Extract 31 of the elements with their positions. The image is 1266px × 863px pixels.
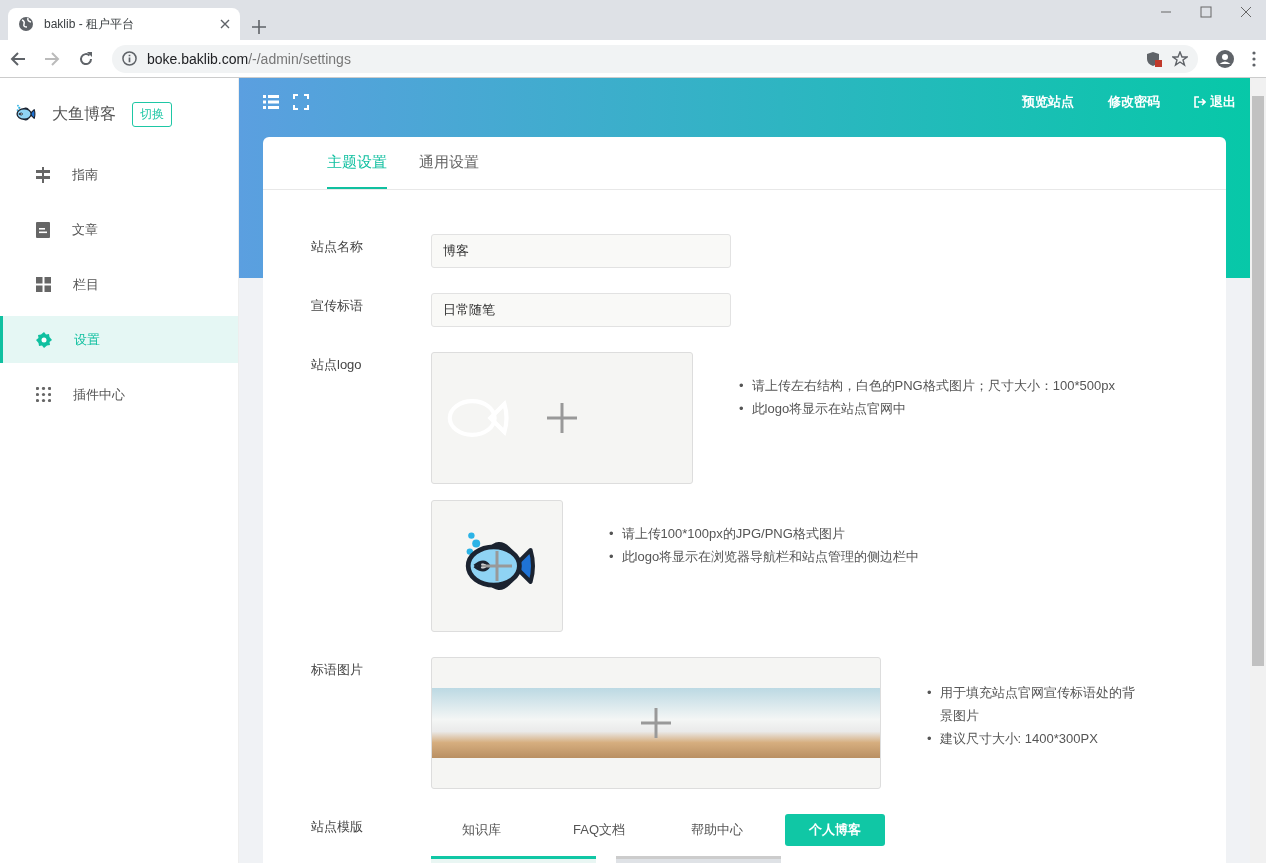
bullet-text: • [927, 684, 932, 702]
site-name: 大鱼博客 [52, 103, 116, 124]
hint-text: 此logo将显示在站点官网中 [751, 400, 907, 418]
field-label: 站点模版 [311, 818, 364, 836]
hint-text: 此logo将显示在浏览器导航栏和站点管理的侧边栏中 [621, 548, 920, 566]
hint-text: 建议尺寸大小: 1400*300PX [939, 730, 1098, 748]
bullet-text: • [609, 548, 614, 566]
template-option[interactable]: FAQ文档 [549, 814, 649, 846]
field-label: 站点logo [311, 356, 363, 374]
hint-text: 用于填充站点官网宣传标语处的背景图片 [939, 684, 1136, 725]
bullet-text: • [609, 525, 614, 543]
bullet-text: • [739, 377, 744, 395]
address-bar[interactable]: boke.baklib.com/-/admin/settings [112, 44, 1198, 73]
url-text: boke.baklib.com/-/admin/settings [147, 50, 352, 67]
hint-text: 请上传100*100px的JPG/PNG格式图片 [621, 525, 845, 543]
slogan-field[interactable]: 日常随笔 [431, 293, 731, 327]
sidebar-item[interactable]: 指南 [0, 151, 238, 198]
sidebar-item[interactable]: 文章 [0, 206, 238, 253]
bullet-text: • [927, 730, 932, 748]
settings-tab[interactable]: 通用设置 [419, 137, 479, 189]
field-label: 宣传标语 [311, 297, 364, 315]
sidebar-item[interactable]: 插件中心 [0, 371, 238, 418]
template-option[interactable]: 帮助中心 [667, 814, 767, 846]
bullet-text: • [739, 400, 744, 418]
field-label: 站点名称 [311, 238, 364, 256]
sidebar-item[interactable]: 栏目 [0, 261, 238, 308]
browser-tab[interactable]: baklib - 租户平台 [8, 8, 240, 40]
hint-text: 请上传左右结构，白色的PNG格式图片；尺寸大小：100*500px [751, 377, 1115, 395]
site-name-field[interactable]: 博客 [431, 234, 731, 268]
field-label: 标语图片 [311, 661, 364, 679]
template-option[interactable]: 知识库 [431, 814, 531, 846]
